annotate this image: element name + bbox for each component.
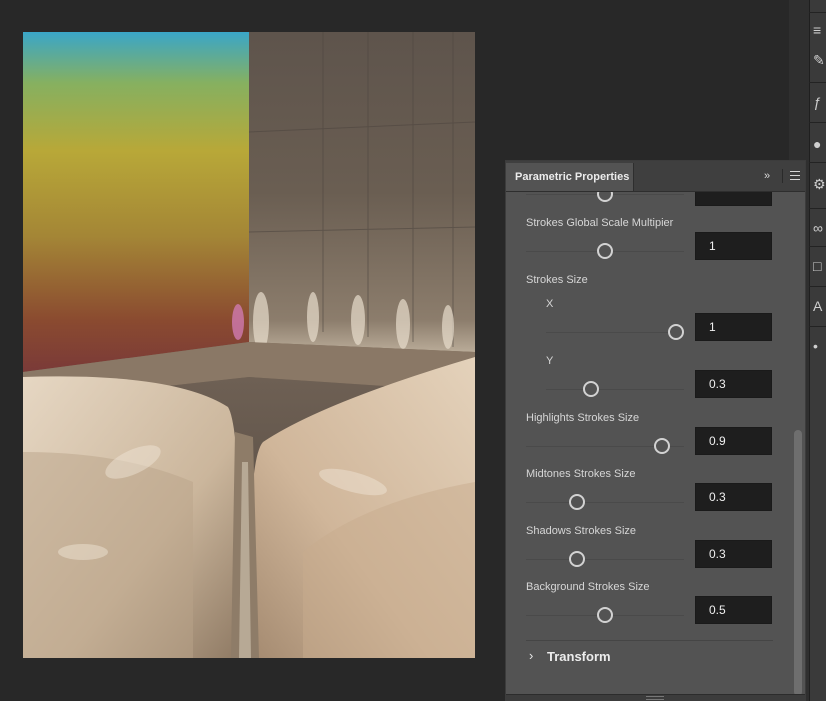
background-slider-thumb[interactable] — [597, 607, 613, 623]
panel-body: Strokes Global Scale Multipier 1 Strokes… — [506, 192, 805, 700]
brush-icon[interactable]: ✎ — [813, 52, 826, 68]
infinity-icon[interactable]: ∞ — [813, 220, 826, 236]
size-y-slider-track[interactable] — [546, 389, 684, 390]
background-value-field[interactable]: 0.5 — [695, 596, 772, 624]
hamburger-menu-icon[interactable] — [790, 171, 800, 180]
global-scale-value-field[interactable]: 1 — [695, 232, 772, 260]
parametric-properties-panel: Parametric Properties » Strokes Global S… — [505, 160, 806, 701]
size-x-value-field[interactable]: 1 — [695, 313, 772, 341]
type-icon[interactable]: A — [813, 298, 826, 314]
tool-separator — [809, 286, 826, 287]
midtones-slider-thumb[interactable] — [569, 494, 585, 510]
global-scale-label: Strokes Global Scale Multipier — [526, 217, 674, 229]
shadows-label: Shadows Strokes Size — [526, 525, 637, 537]
background-label: Background Strokes Size — [526, 581, 650, 593]
top-partial-slider-thumb[interactable] — [597, 192, 613, 202]
highlights-slider-thumb[interactable] — [654, 438, 670, 454]
shadows-slider-thumb[interactable] — [569, 551, 585, 567]
size-y-value-field[interactable]: 0.3 — [695, 370, 772, 398]
dot-icon[interactable]: • — [813, 338, 826, 354]
size-x-slider-track[interactable] — [546, 332, 684, 333]
midtones-label: Midtones Strokes Size — [526, 468, 636, 480]
shadows-slider-track[interactable] — [526, 559, 684, 560]
section-divider — [526, 640, 773, 641]
strokes-size-label: Strokes Size — [526, 274, 588, 286]
midtones-value-field[interactable]: 0.3 — [695, 483, 772, 511]
chevron-right-icon[interactable]: › — [529, 649, 539, 663]
list-icon[interactable]: ≡ — [813, 22, 826, 38]
header-divider — [782, 169, 783, 183]
size-y-slider-thumb[interactable] — [583, 381, 599, 397]
tool-separator — [809, 208, 826, 209]
midtones-slider-track[interactable] — [526, 502, 684, 503]
transform-section-toggle[interactable]: Transform — [547, 649, 611, 664]
resize-grip[interactable] — [646, 696, 664, 700]
tool-separator — [809, 162, 826, 163]
tool-separator — [809, 326, 826, 327]
tool-separator — [809, 82, 826, 83]
brush-settings-icon[interactable]: ⚙ — [813, 176, 826, 192]
size-x-label: X — [546, 298, 554, 310]
drop-icon[interactable]: ● — [813, 136, 826, 152]
script-icon[interactable]: ƒ — [813, 94, 826, 110]
top-partial-value-field[interactable] — [695, 192, 772, 206]
panel-scrollbar[interactable] — [794, 430, 802, 696]
tool-separator — [809, 12, 826, 13]
square-icon[interactable]: □ — [813, 258, 826, 274]
highlights-value-field[interactable]: 0.9 — [695, 427, 772, 455]
shadows-value-field[interactable]: 0.3 — [695, 540, 772, 568]
panel-header: Parametric Properties » — [506, 161, 805, 192]
tool-separator — [809, 246, 826, 247]
double-chevron-right-icon[interactable]: » — [764, 170, 776, 182]
global-scale-slider-thumb[interactable] — [597, 243, 613, 259]
canvas-image[interactable] — [23, 32, 475, 658]
size-x-slider-thumb[interactable] — [668, 324, 684, 340]
highlights-label: Highlights Strokes Size — [526, 412, 640, 424]
tab-parametric-properties[interactable]: Parametric Properties — [506, 163, 634, 191]
size-y-label: Y — [546, 355, 554, 367]
tool-separator — [809, 122, 826, 123]
painted-artwork — [23, 32, 475, 658]
